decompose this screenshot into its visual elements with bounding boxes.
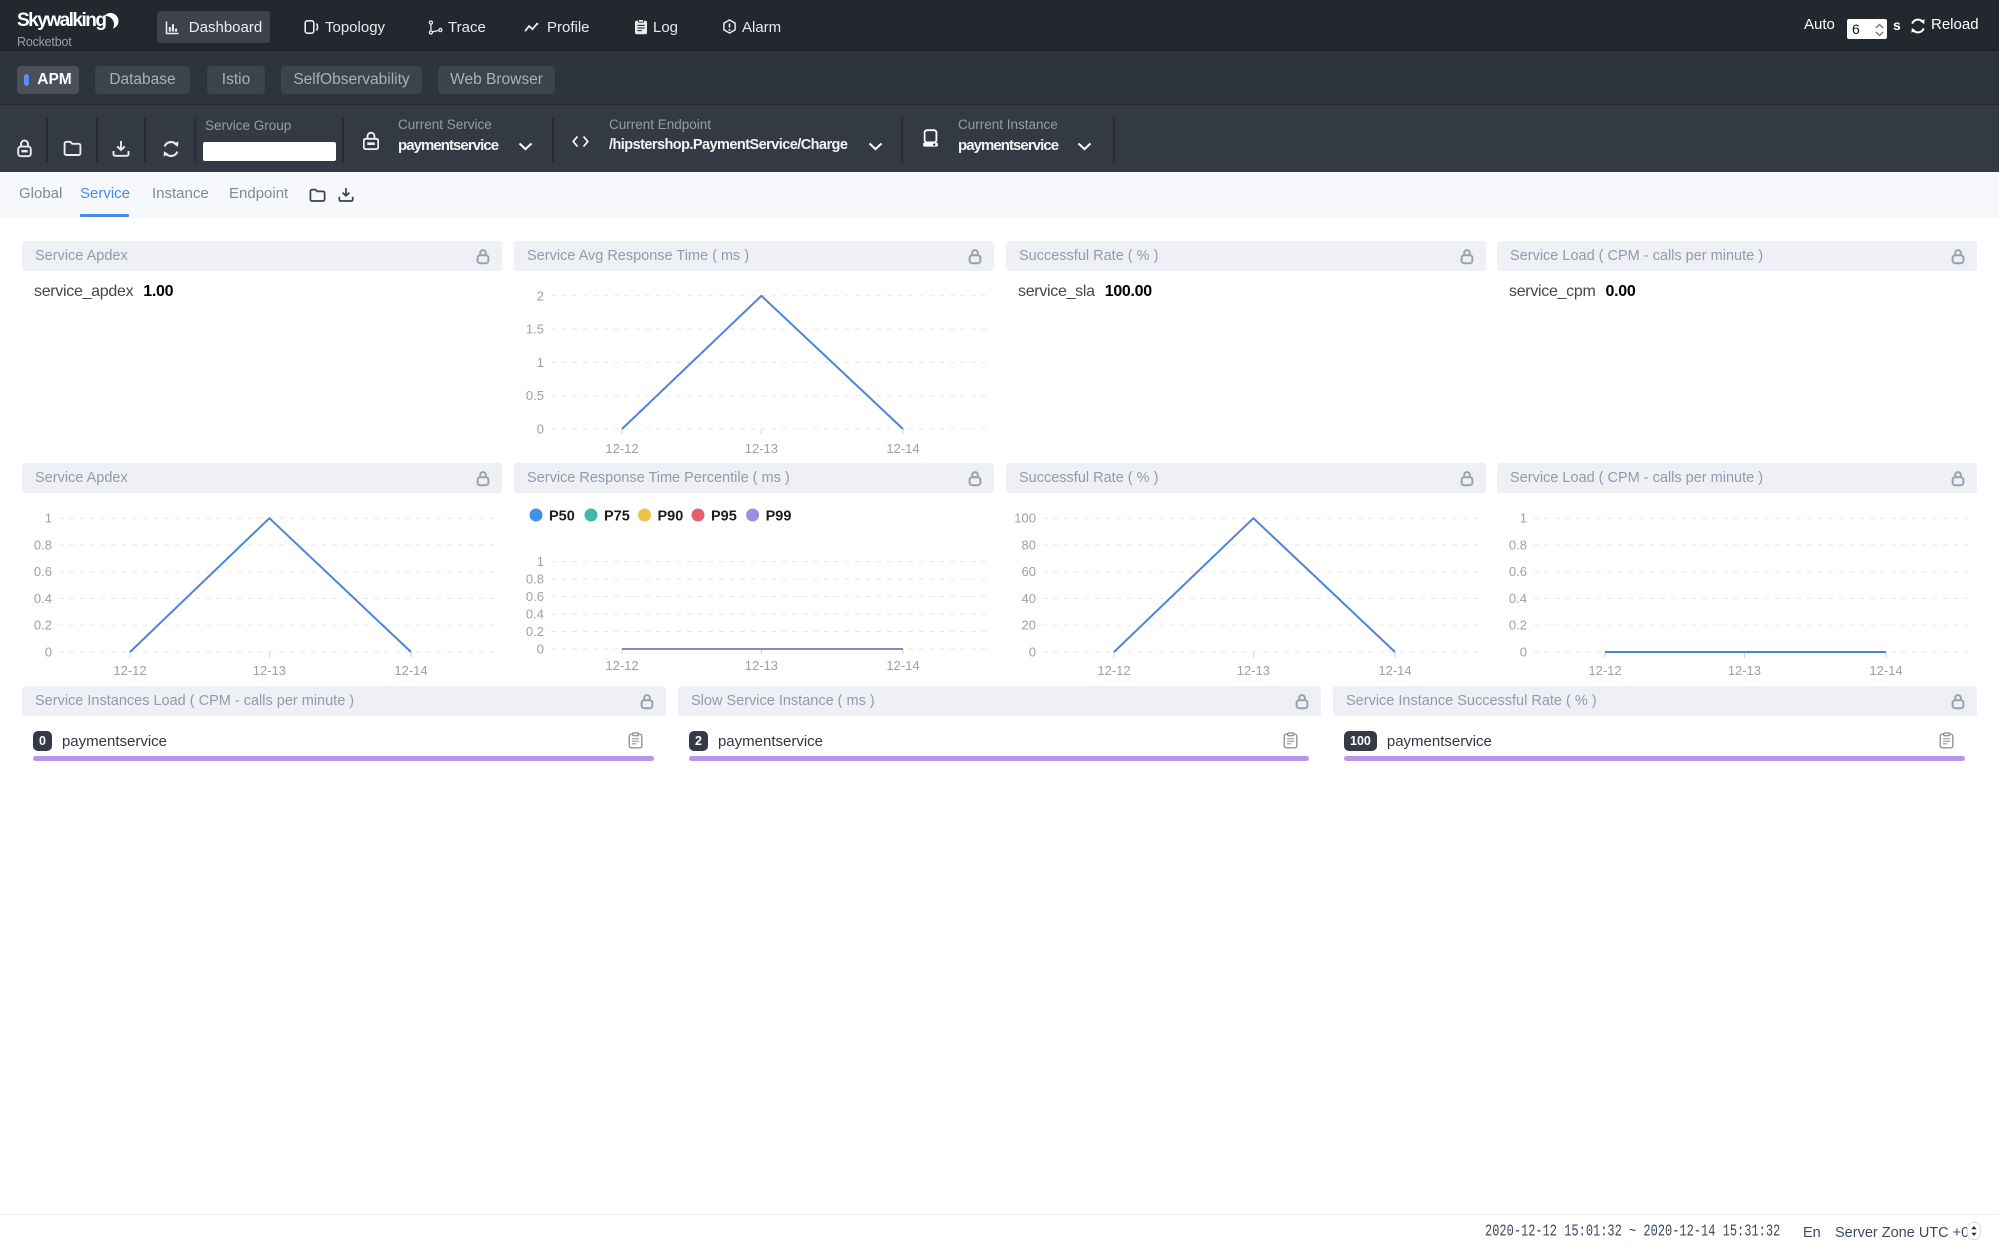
svg-text:12-13: 12-13: [745, 658, 778, 673]
svg-text:0.8: 0.8: [34, 538, 52, 553]
svg-text:1: 1: [1520, 511, 1527, 526]
svg-text:1: 1: [537, 355, 544, 370]
svg-text:0.5: 0.5: [526, 388, 544, 403]
svg-text:100: 100: [1014, 511, 1036, 526]
svg-text:12-12: 12-12: [1588, 663, 1621, 678]
svg-text:12-14: 12-14: [1869, 663, 1902, 678]
svg-text:P75: P75: [604, 509, 630, 525]
svg-text:0: 0: [537, 642, 544, 657]
svg-text:0.2: 0.2: [526, 624, 544, 639]
svg-text:P95: P95: [711, 509, 737, 525]
svg-text:12-13: 12-13: [253, 663, 286, 678]
svg-text:0.8: 0.8: [1509, 538, 1527, 553]
svg-text:12-13: 12-13: [1728, 663, 1761, 678]
svg-text:2: 2: [537, 288, 544, 303]
svg-text:1: 1: [537, 554, 544, 569]
svg-text:P90: P90: [658, 509, 684, 525]
svg-text:12-14: 12-14: [886, 658, 919, 673]
svg-text:0.4: 0.4: [526, 607, 544, 622]
svg-text:P50: P50: [549, 509, 575, 525]
svg-text:0.2: 0.2: [34, 618, 52, 633]
svg-text:0: 0: [1029, 645, 1036, 660]
svg-text:0.6: 0.6: [1509, 564, 1527, 579]
svg-text:0: 0: [45, 645, 52, 660]
svg-text:0: 0: [537, 422, 544, 437]
svg-text:12-12: 12-12: [605, 658, 638, 673]
svg-text:0.8: 0.8: [526, 572, 544, 587]
svg-text:12-14: 12-14: [886, 441, 919, 456]
svg-text:0.4: 0.4: [34, 591, 52, 606]
svg-text:20: 20: [1022, 618, 1036, 633]
svg-text:0.6: 0.6: [34, 564, 52, 579]
svg-text:12-13: 12-13: [1237, 663, 1270, 678]
svg-text:40: 40: [1022, 591, 1036, 606]
svg-text:60: 60: [1022, 564, 1036, 579]
svg-text:0: 0: [1520, 645, 1527, 660]
svg-text:P99: P99: [766, 509, 792, 525]
svg-text:12-12: 12-12: [1097, 663, 1130, 678]
svg-text:0.6: 0.6: [526, 589, 544, 604]
svg-text:12-12: 12-12: [605, 441, 638, 456]
svg-text:1: 1: [45, 511, 52, 526]
svg-text:1.5: 1.5: [526, 322, 544, 337]
svg-text:80: 80: [1022, 538, 1036, 553]
svg-text:12-12: 12-12: [113, 663, 146, 678]
svg-text:12-14: 12-14: [394, 663, 427, 678]
svg-text:12-13: 12-13: [745, 441, 778, 456]
svg-text:12-14: 12-14: [1378, 663, 1411, 678]
svg-text:0.2: 0.2: [1509, 618, 1527, 633]
svg-text:0.4: 0.4: [1509, 591, 1527, 606]
